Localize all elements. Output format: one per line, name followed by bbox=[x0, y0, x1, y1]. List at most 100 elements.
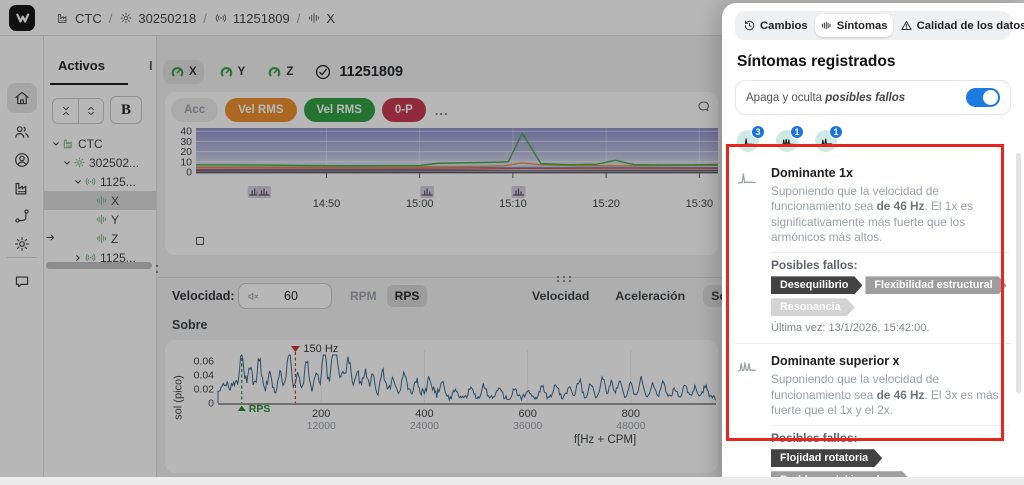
rail-item-chat[interactable] bbox=[7, 267, 37, 297]
breadcrumb-item[interactable]: 11251809 bbox=[214, 11, 290, 26]
chevron-down-icon bbox=[53, 141, 59, 146]
rail-item-users[interactable] bbox=[7, 117, 37, 147]
svg-text:800: 800 bbox=[622, 408, 640, 420]
trend-chart-card: Acc Vel RMS Vel RMS 0-P... 40 30 20 10 0 14:50 15… bbox=[165, 92, 718, 255]
failure-tag[interactable]: Flojidad rotatoria bbox=[771, 449, 882, 467]
spectrum-chart-svg[interactable]: 0.06 0.04 0.02 0 20012000 40024000 60036000 800… bbox=[165, 340, 718, 473]
measure-pill-0-p[interactable]: 0-P bbox=[381, 98, 426, 122]
rail-item-home[interactable] bbox=[7, 83, 37, 113]
tree-item-Y[interactable]: Y bbox=[44, 210, 156, 229]
failure-tag[interactable]: Flexibilidad estructural bbox=[865, 276, 1006, 294]
unit-option-rpm[interactable]: RPM bbox=[342, 285, 385, 307]
expand-all-button[interactable] bbox=[78, 99, 103, 123]
view-tab-aceleración[interactable]: Aceleración bbox=[607, 285, 693, 307]
breadcrumb-item[interactable]: 30250218 bbox=[119, 11, 196, 26]
tree-horizontal-scrollbar[interactable] bbox=[46, 262, 152, 269]
axis-toggle-x[interactable]: X bbox=[163, 60, 204, 84]
waveform-icon bbox=[95, 194, 108, 207]
b-button[interactable]: B bbox=[110, 96, 142, 124]
axis-toggle-z[interactable]: Z bbox=[260, 60, 300, 84]
description-segment: de 46 Hz bbox=[876, 387, 925, 402]
svg-text:600: 600 bbox=[518, 408, 536, 420]
possible-failures-toggle[interactable] bbox=[966, 88, 1000, 107]
breadcrumb-label: CTC bbox=[75, 10, 102, 26]
waveform-icon bbox=[96, 195, 107, 206]
speed-input-box[interactable] bbox=[238, 283, 332, 309]
svg-text:36000: 36000 bbox=[513, 420, 542, 432]
bottom-strip bbox=[0, 477, 1024, 485]
waveform-icon bbox=[307, 11, 321, 25]
asset-tree: CTC 302502... 1125... X Y Z 1125... bbox=[44, 134, 156, 267]
failure-tag[interactable]: Desequilibrio bbox=[771, 276, 862, 294]
splitter-grip[interactable] bbox=[556, 270, 572, 288]
horizontal-divider bbox=[157, 277, 722, 278]
svg-text:150 Hz: 150 Hz bbox=[303, 343, 338, 355]
panel-tab-cambios[interactable]: Cambios bbox=[738, 14, 813, 37]
tree-item-X[interactable]: X bbox=[44, 191, 156, 210]
symptom-card[interactable]: Dominante 1x Suponiendo que la velocidad … bbox=[735, 156, 1011, 343]
svg-text:0.06: 0.06 bbox=[194, 356, 215, 368]
tab-activos[interactable]: Activos bbox=[58, 58, 105, 73]
axis-toggle-y[interactable]: Y bbox=[212, 60, 253, 84]
tree-item-302502[interactable]: 302502... bbox=[44, 153, 156, 172]
waveform-icon bbox=[96, 233, 107, 244]
breadcrumb-item[interactable]: CTC bbox=[56, 11, 102, 26]
panel-resize-handle[interactable] bbox=[154, 262, 160, 280]
measure-pills: Acc Vel RMS Vel RMS 0-P... bbox=[171, 98, 449, 122]
tree-item-label: 1125... bbox=[100, 174, 136, 189]
count-badge: 1 bbox=[829, 125, 843, 139]
chevron-down-icon[interactable] bbox=[61, 158, 73, 168]
factory-icon bbox=[57, 14, 67, 24]
brand-logo[interactable] bbox=[9, 5, 35, 31]
view-tab-velocidad[interactable]: Velocidad bbox=[524, 285, 597, 307]
comment-button[interactable] bbox=[696, 99, 711, 114]
symptom-chip-spectrum-2x[interactable]: 1 bbox=[815, 125, 843, 152]
user-circle-icon bbox=[15, 153, 29, 167]
panel-tab-síntomas[interactable]: Síntomas bbox=[814, 14, 893, 37]
gauge-icon bbox=[269, 66, 281, 76]
toggle-knob bbox=[983, 90, 998, 105]
unit-option-rps[interactable]: RPS bbox=[386, 285, 428, 307]
rail-item-factory[interactable] bbox=[7, 173, 37, 203]
symptom-chip-spectrum-1x[interactable]: 3 bbox=[737, 125, 765, 152]
chevron-down-icon[interactable] bbox=[50, 139, 62, 149]
svg-text:0.04: 0.04 bbox=[194, 370, 215, 382]
app-screen: CTC / 30250218 / 11251809 / X Activos I B CTC 3… bbox=[0, 0, 1024, 485]
measure-pill-vel-rms[interactable]: Vel RMS bbox=[303, 98, 375, 122]
collapse-icon bbox=[62, 106, 69, 116]
svg-text:RPS: RPS bbox=[249, 403, 271, 415]
panel-tab-calidad-de-los-datos[interactable]: Calidad de los datos bbox=[895, 14, 1024, 37]
chevron-right-icon[interactable] bbox=[72, 253, 84, 263]
trend-chart-svg[interactable]: 40302010014:50 15:00 15:10 15:20 15:30 bbox=[165, 122, 718, 255]
symptom-card[interactable]: Dominante superior x Suponiendo que la ve… bbox=[735, 343, 1011, 485]
panel-scrollbar[interactable] bbox=[1016, 153, 1021, 393]
chat-icon bbox=[15, 276, 29, 288]
brand-logo-icon bbox=[16, 13, 30, 23]
antenna-icon bbox=[215, 14, 227, 22]
chevron-down-icon[interactable] bbox=[72, 177, 84, 187]
gauge-icon bbox=[267, 65, 282, 80]
count-badge: 3 bbox=[751, 125, 765, 139]
rail-item-route[interactable] bbox=[7, 201, 37, 231]
rail-item-user-circle[interactable] bbox=[7, 145, 37, 175]
tab-partial[interactable]: I bbox=[149, 58, 153, 73]
symptom-chip-spectrum-multi[interactable]: 1 bbox=[776, 125, 804, 152]
tree-item-Z[interactable]: Z bbox=[44, 229, 156, 248]
failure-tags: Desequilibrio Flexibilidad estructural Res… bbox=[771, 276, 1009, 316]
gauge-icon bbox=[219, 65, 234, 80]
tree-item-CTC[interactable]: CTC bbox=[44, 134, 156, 153]
tree-item-1125[interactable]: 1125... bbox=[44, 172, 156, 191]
breadcrumb-item[interactable]: X bbox=[307, 11, 335, 26]
rail-item-gear[interactable] bbox=[7, 229, 37, 259]
failure-tag[interactable]: Resonancia bbox=[771, 298, 855, 316]
more-options-button[interactable]: ... bbox=[435, 103, 449, 118]
measure-pill-acc[interactable]: Acc bbox=[171, 98, 219, 122]
collapse-all-button[interactable] bbox=[53, 99, 78, 123]
measure-pill-vel-rms[interactable]: Vel RMS bbox=[225, 98, 297, 122]
chevron-right-icon bbox=[76, 254, 80, 261]
speed-input[interactable] bbox=[266, 288, 316, 304]
gauge-icon bbox=[220, 66, 232, 76]
svg-text:0: 0 bbox=[208, 398, 214, 410]
chart-legend-toggle-icon[interactable] bbox=[196, 237, 204, 245]
history-icon bbox=[743, 19, 756, 32]
